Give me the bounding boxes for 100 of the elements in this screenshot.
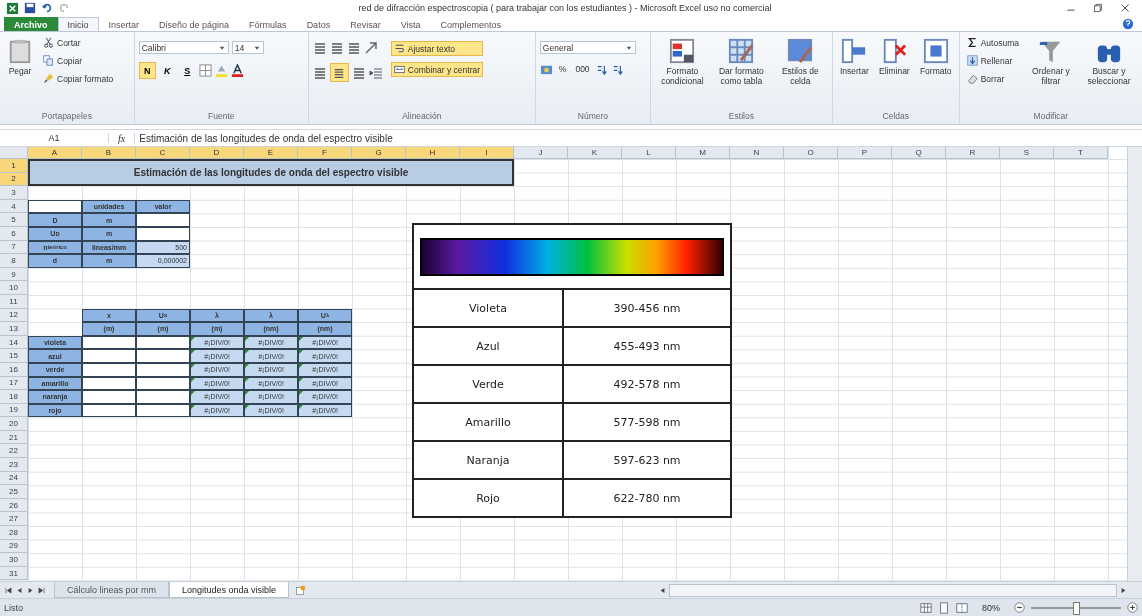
excel-icon[interactable] <box>6 1 19 15</box>
font-family-field[interactable]: Calibri <box>138 41 229 54</box>
column-header[interactable]: F <box>298 147 352 159</box>
page-layout-icon[interactable] <box>938 601 950 614</box>
horizontal-scrollbar[interactable] <box>669 583 1117 597</box>
column-header[interactable]: L <box>622 147 676 159</box>
align-middle-icon[interactable] <box>329 41 344 55</box>
underline-button[interactable]: S <box>178 62 196 79</box>
column-header[interactable]: H <box>406 147 460 159</box>
fill-button[interactable]: Rellenar <box>963 53 1022 68</box>
column-header[interactable]: G <box>352 147 406 159</box>
save-icon[interactable] <box>24 2 36 14</box>
row-header[interactable]: 15 <box>0 349 28 363</box>
zoom-in-icon[interactable] <box>1127 602 1138 613</box>
row-header[interactable]: 28 <box>0 526 28 540</box>
ribbon-tab[interactable]: Datos <box>296 17 341 31</box>
vertical-scrollbar[interactable] <box>1127 147 1142 581</box>
row-header[interactable]: 23 <box>0 458 28 472</box>
paste-button[interactable]: Pegar <box>4 35 36 109</box>
column-header[interactable]: I <box>460 147 514 159</box>
row-header[interactable]: 13 <box>0 322 28 336</box>
column-header[interactable]: Q <box>892 147 946 159</box>
styles-button[interactable]: Estilos de celda <box>773 35 828 109</box>
new-sheet-icon[interactable] <box>295 584 307 596</box>
find-select-button[interactable]: Buscar y seleccionar <box>1080 35 1138 109</box>
fill-color-icon[interactable] <box>214 64 228 77</box>
ribbon-tab[interactable]: Complementos <box>430 17 512 31</box>
row-header[interactable]: 8 <box>0 254 28 268</box>
cells-button[interactable]: Eliminar <box>876 35 913 109</box>
ribbon-tab[interactable]: Archivo <box>4 17 58 31</box>
row-header[interactable]: 1 <box>0 159 28 173</box>
column-header[interactable]: P <box>838 147 892 159</box>
align-right-icon[interactable] <box>351 65 366 80</box>
clear-button[interactable]: Borrar <box>963 71 1022 86</box>
cells-button[interactable]: Insertar <box>836 35 872 109</box>
column-header[interactable]: K <box>568 147 622 159</box>
column-header[interactable]: E <box>244 147 298 159</box>
undo-icon[interactable] <box>41 2 53 14</box>
row-header[interactable]: 18 <box>0 390 28 404</box>
column-header[interactable]: C <box>136 147 190 159</box>
autosum-button[interactable]: Autosuma <box>963 35 1022 50</box>
column-header[interactable]: R <box>946 147 1000 159</box>
sheet-tab[interactable]: Longitudes onda visible <box>169 582 290 598</box>
ribbon-tab[interactable]: Diseño de página <box>149 17 240 31</box>
ribbon-tab[interactable]: Inicio <box>57 17 99 31</box>
input-cell[interactable] <box>136 213 190 227</box>
zoom-slider-thumb[interactable] <box>1073 601 1080 615</box>
ribbon-tab[interactable]: Fórmulas <box>239 17 297 31</box>
function-label[interactable]: fx <box>113 132 131 144</box>
column-header[interactable]: N <box>730 147 784 159</box>
input-cell[interactable] <box>136 390 190 404</box>
ribbon-tab[interactable]: Insertar <box>98 17 150 31</box>
orientation-icon[interactable] <box>363 41 378 55</box>
align-center-button[interactable] <box>329 63 349 82</box>
format-painter-button[interactable]: Copiar formato <box>40 71 117 86</box>
input-cell[interactable] <box>82 349 136 363</box>
styles-button[interactable]: Formato condicional <box>655 35 710 109</box>
bold-button[interactable]: N <box>138 62 156 79</box>
number-format-field[interactable]: General <box>539 41 636 54</box>
normal-view-icon[interactable] <box>920 601 932 614</box>
wrap-text-button[interactable]: Ajustar texto <box>390 41 484 56</box>
cells-button[interactable]: Formato <box>916 35 955 109</box>
name-box[interactable]: A1 <box>0 133 109 143</box>
percent-button[interactable]: % <box>555 62 570 76</box>
column-header[interactable]: D <box>190 147 244 159</box>
column-header[interactable]: A <box>28 147 82 159</box>
cut-button[interactable]: Cortar <box>40 35 117 50</box>
font-size-field[interactable]: 14 <box>231 41 264 54</box>
ribbon-tab[interactable]: Revisar <box>340 17 391 31</box>
font-color-icon[interactable] <box>230 64 244 77</box>
align-bottom-icon[interactable] <box>346 41 361 55</box>
styles-button[interactable]: Dar formato como tabla <box>714 35 769 109</box>
thousands-button[interactable]: 000 <box>572 62 593 76</box>
last-sheet-icon[interactable] <box>37 585 46 595</box>
row-header[interactable]: 22 <box>0 444 28 459</box>
row-header[interactable]: 5 <box>0 213 28 227</box>
help-icon[interactable] <box>1122 17 1134 30</box>
input-cell[interactable] <box>136 349 190 363</box>
zoom-out-icon[interactable] <box>1014 602 1025 613</box>
italic-button[interactable]: K <box>158 62 176 79</box>
row-header[interactable]: 10 <box>0 281 28 295</box>
column-header[interactable]: B <box>82 147 136 159</box>
column-header[interactable]: J <box>514 147 568 159</box>
align-top-icon[interactable] <box>312 41 327 55</box>
indent-icon[interactable] <box>368 65 383 80</box>
borders-icon[interactable] <box>198 64 212 77</box>
column-header[interactable]: S <box>1000 147 1054 159</box>
input-cell[interactable] <box>82 390 136 404</box>
sort-filter-button[interactable]: Ordenar y filtrar <box>1026 35 1076 109</box>
page-break-icon[interactable] <box>956 601 968 614</box>
row-header[interactable]: 3 <box>0 186 28 200</box>
align-left-icon[interactable] <box>312 65 327 80</box>
row-header[interactable]: 20 <box>0 417 28 431</box>
input-cell[interactable] <box>28 199 82 214</box>
merge-center-button[interactable]: Combinar y centrar <box>390 62 484 77</box>
ribbon-tab[interactable]: Vista <box>390 17 431 31</box>
copy-button[interactable]: Copiar <box>40 53 117 68</box>
formula-field[interactable]: Estimación de las longitudes de onda del espectro visible <box>134 132 1142 144</box>
column-header[interactable]: M <box>676 147 730 159</box>
first-sheet-icon[interactable] <box>4 585 13 595</box>
